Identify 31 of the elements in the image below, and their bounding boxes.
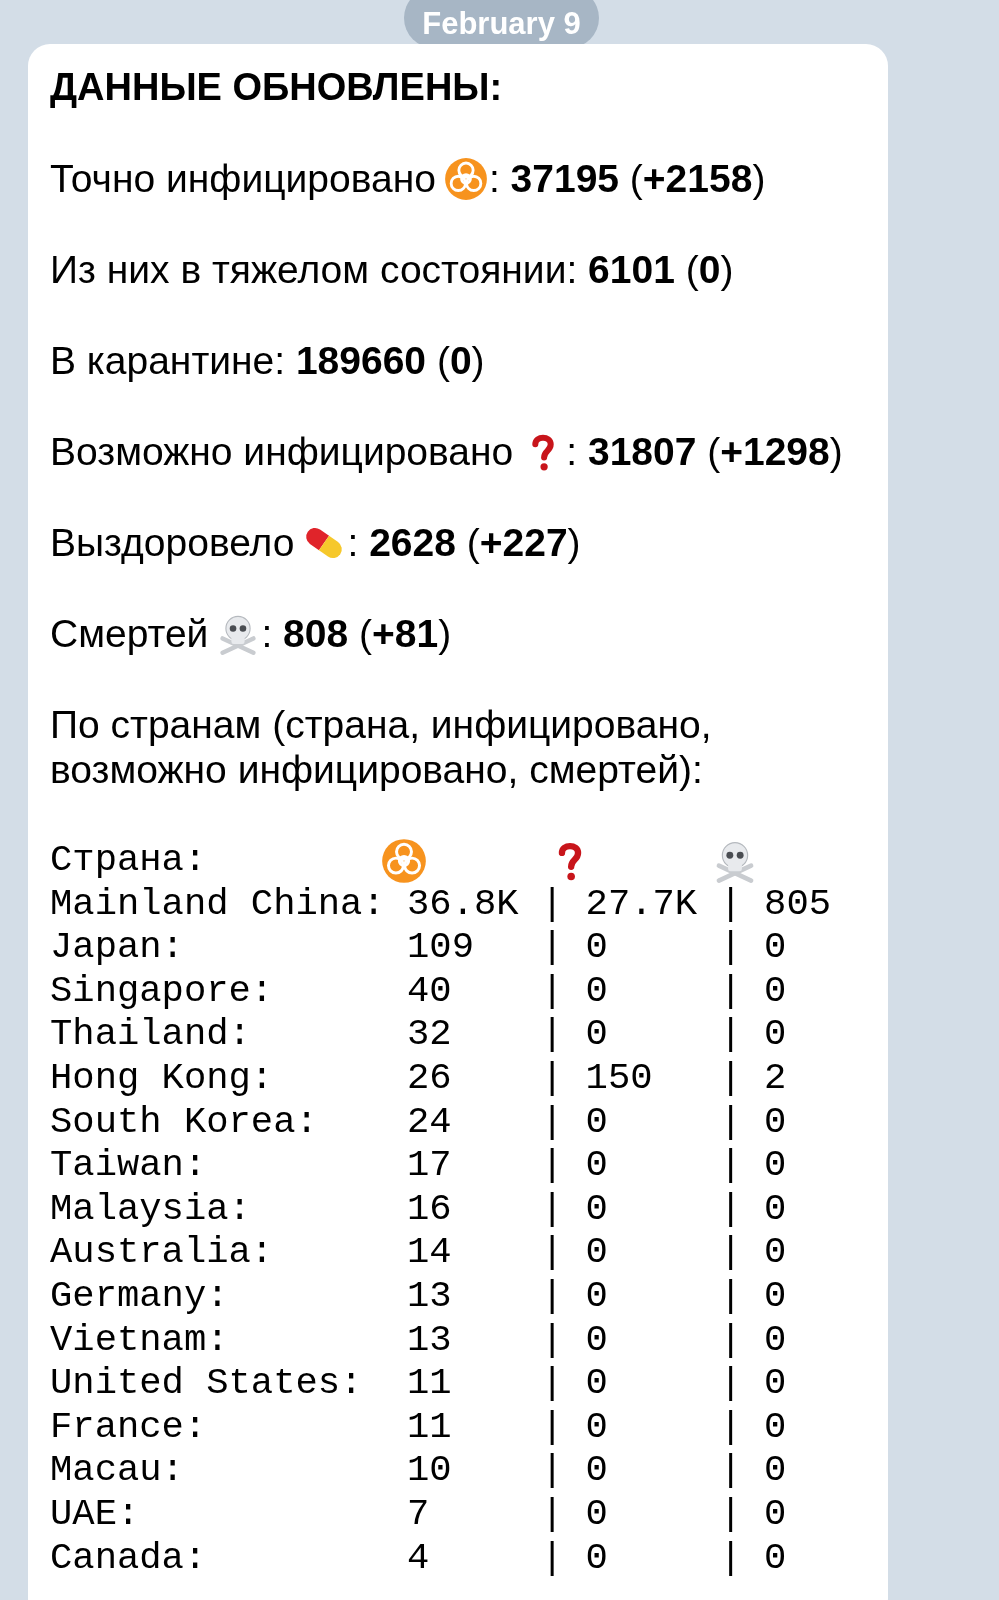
country-row: UAE: 7 | 0 | 0	[50, 1492, 787, 1537]
country-row: Taiwan: 17 | 0 | 0	[50, 1144, 787, 1188]
stat-value: : 37195 (+2158)	[488, 156, 766, 201]
country-row: South Korea: 24 | 0 | 0	[50, 1100, 787, 1145]
country-row: Macau: 10 | 0 | 0	[50, 1449, 787, 1493]
country-row: Hong Kong: 26 | 150 | 2	[50, 1056, 787, 1101]
country-row: Canada: 4 | 0 | 0	[50, 1536, 787, 1581]
country-row: Thailand: 32 | 0 | 0	[50, 1013, 787, 1057]
country-row: United States: 11 | 0 | 0	[50, 1362, 787, 1406]
country-row: Mainland China: 36.8K | 27.7K | 805	[50, 882, 832, 927]
country-row: Vietnam: 13 | 0 | 0	[50, 1318, 787, 1363]
stat-line: Из них в тяжелом состоянии: 6101 (0)	[50, 247, 734, 292]
country-row: Germany: 13 | 0 | 0	[50, 1274, 787, 1319]
stat-label: Смертей	[50, 611, 209, 656]
stat-value: : 808 (+81)	[261, 611, 452, 656]
biohazard-icon	[443, 156, 488, 201]
message-heading: ДАННЫЕ ОБНОВЛЕНЫ:	[50, 65, 503, 110]
stat-label: Точно инфицировано	[50, 156, 436, 201]
country-row: Singapore: 40 | 0 | 0	[50, 969, 787, 1014]
biohazard-icon	[381, 837, 428, 884]
stat-label: Возможно инфицировано	[50, 429, 514, 474]
country-row: Australia: 14 | 0 | 0	[50, 1231, 787, 1275]
stat-line: В карантине: 189660 (0)	[50, 338, 485, 383]
countries-intro: По странам (страна, инфицировано, возможно инфицировано, смертей):	[50, 702, 713, 792]
country-row: France: 11 | 0 | 0	[50, 1405, 787, 1450]
stat-label: Выздоровело	[50, 520, 295, 565]
stat-value: : 2628 (+227)	[347, 520, 581, 565]
stat-value: : 31807 (+1298)	[566, 429, 843, 474]
country-row: Japan: 109 | 0 | 0	[50, 926, 787, 970]
country-row: Malaysia: 16 | 0 | 0	[50, 1187, 787, 1232]
table-header-label: Страна:	[50, 839, 208, 883]
